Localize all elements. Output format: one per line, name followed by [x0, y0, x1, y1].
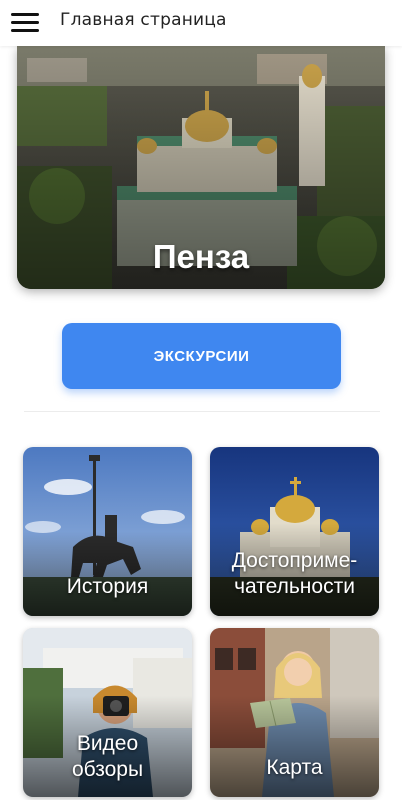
tile-history[interactable]: История: [23, 447, 192, 616]
tile-map[interactable]: Карта: [210, 628, 379, 797]
tile-label: Карта: [266, 756, 323, 779]
hero-banner: Пенза: [17, 46, 385, 289]
hamburger-menu-icon[interactable]: [11, 12, 39, 34]
city-title: Пенза: [152, 238, 250, 275]
tile-sights[interactable]: Достоприме- чательности: [210, 447, 379, 616]
top-app-bar: Главная страница: [0, 0, 402, 46]
excursions-button[interactable]: ЭКСКУРСИИ: [62, 323, 341, 389]
divider: [24, 411, 380, 412]
tile-label: Видео обзоры: [71, 732, 144, 781]
tile-label: История: [66, 575, 149, 598]
tile-video-reviews[interactable]: Видео обзоры: [23, 628, 192, 797]
page-title: Главная страница: [60, 10, 227, 30]
tile-label: Достоприме- чательности: [231, 549, 358, 598]
